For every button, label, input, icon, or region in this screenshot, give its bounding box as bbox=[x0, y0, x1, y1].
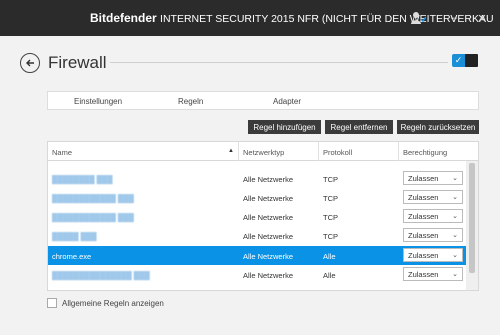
brand-name: Bitdefender bbox=[90, 11, 157, 25]
row-protocol: Alle bbox=[323, 271, 336, 280]
row-name: chrome.exe bbox=[52, 252, 92, 261]
row-network: Alle Netzwerke bbox=[243, 175, 294, 184]
permission-select[interactable]: Zulassen ⌄ bbox=[403, 248, 463, 262]
row-name-blurred: ███████████████ ███ bbox=[52, 271, 150, 280]
table-row[interactable]: ████████████ ███ Alle Netzwerke TCP Zula… bbox=[48, 188, 466, 207]
row-name-blurred: ████████████ ███ bbox=[52, 213, 134, 222]
permission-value: Zulassen bbox=[408, 212, 439, 221]
row-protocol: TCP bbox=[323, 175, 338, 184]
row-protocol: Alle bbox=[323, 252, 336, 261]
add-rule-button[interactable]: Regel hinzufügen bbox=[248, 120, 321, 134]
chevron-down-icon: ⌄ bbox=[452, 194, 458, 201]
permission-select[interactable]: Zulassen ⌄ bbox=[403, 190, 463, 204]
column-divider bbox=[238, 142, 239, 161]
table-header: Name ▲ Netzwerktyp Protokoll Berechtigun… bbox=[48, 142, 478, 161]
show-general-rules-label[interactable]: Allgemeine Regeln anzeigen bbox=[62, 299, 164, 308]
back-button[interactable] bbox=[20, 53, 40, 73]
chevron-down-icon: ⌄ bbox=[452, 252, 458, 259]
tab-regeln[interactable]: Regeln bbox=[178, 97, 203, 106]
column-divider bbox=[398, 142, 399, 161]
tab-einstellungen[interactable]: Einstellungen bbox=[74, 97, 122, 106]
tab-bar: Einstellungen Regeln Adapter bbox=[47, 91, 479, 110]
remove-rule-button[interactable]: Regel entfernen bbox=[325, 120, 393, 134]
sort-ascending-icon: ▲ bbox=[228, 148, 234, 154]
table-row[interactable]: ███████████████ ███ Alle Netzwerke Alle … bbox=[48, 265, 466, 284]
tab-adapter[interactable]: Adapter bbox=[273, 97, 301, 106]
chevron-down-icon: ⌄ bbox=[452, 232, 458, 239]
permission-select[interactable]: Zulassen ⌄ bbox=[403, 267, 463, 281]
page-title: Firewall bbox=[48, 53, 107, 72]
product-name: INTERNET SECURITY 2015 NFR (NICHT FÜR DE… bbox=[160, 13, 494, 25]
close-button[interactable]: ✕ bbox=[475, 12, 489, 25]
permission-value: Zulassen bbox=[408, 251, 439, 260]
show-general-rules-checkbox[interactable] bbox=[47, 298, 57, 308]
app-brand: Bitdefender INTERNET SECURITY 2015 NFR (… bbox=[90, 11, 494, 25]
arrow-left-icon bbox=[26, 59, 34, 67]
column-name[interactable]: Name bbox=[52, 148, 72, 157]
permission-value: Zulassen bbox=[408, 270, 439, 279]
row-network: Alle Netzwerke bbox=[243, 232, 294, 241]
title-divider bbox=[110, 62, 448, 63]
column-network-type[interactable]: Netzwerktyp bbox=[243, 148, 284, 157]
user-account-icon[interactable] bbox=[410, 11, 426, 25]
column-divider bbox=[318, 142, 319, 161]
rules-table: Name ▲ Netzwerktyp Protokoll Berechtigun… bbox=[47, 141, 479, 291]
permission-select[interactable]: Zulassen ⌄ bbox=[403, 171, 463, 185]
column-permission[interactable]: Berechtigung bbox=[403, 148, 447, 157]
table-row[interactable]: ████████ ███ Alle Netzwerke TCP Zulassen… bbox=[48, 169, 466, 188]
row-protocol: TCP bbox=[323, 194, 338, 203]
firewall-toggle[interactable]: ✓ bbox=[452, 54, 478, 67]
scrollbar-thumb[interactable] bbox=[469, 163, 475, 273]
table-row-selected[interactable]: chrome.exe Alle Netzwerke Alle Zulassen ⌄ bbox=[48, 246, 466, 265]
row-protocol: TCP bbox=[323, 232, 338, 241]
chevron-down-icon: ⌄ bbox=[452, 271, 458, 278]
row-name-blurred: ████████████ ███ bbox=[52, 194, 134, 203]
permission-value: Zulassen bbox=[408, 193, 439, 202]
reset-rules-button[interactable]: Regeln zurücksetzen bbox=[397, 120, 479, 134]
permission-select[interactable]: Zulassen ⌄ bbox=[403, 228, 463, 242]
permission-value: Zulassen bbox=[408, 231, 439, 240]
row-network: Alle Netzwerke bbox=[243, 271, 294, 280]
row-network: Alle Netzwerke bbox=[243, 194, 294, 203]
row-network: Alle Netzwerke bbox=[243, 213, 294, 222]
table-row[interactable]: █████ ███ Alle Netzwerke TCP Zulassen ⌄ bbox=[48, 226, 466, 245]
row-network: Alle Netzwerke bbox=[243, 252, 294, 261]
title-bar: Bitdefender INTERNET SECURITY 2015 NFR (… bbox=[0, 0, 500, 36]
row-name-blurred: ████████ ███ bbox=[52, 175, 113, 184]
table-scrollbar[interactable] bbox=[466, 161, 478, 290]
permission-value: Zulassen bbox=[408, 174, 439, 183]
permission-select[interactable]: Zulassen ⌄ bbox=[403, 209, 463, 223]
table-row[interactable]: ████████████ ███ Alle Netzwerke TCP Zula… bbox=[48, 207, 466, 226]
toggle-knob bbox=[465, 54, 478, 67]
column-protocol[interactable]: Protokoll bbox=[323, 148, 352, 157]
minimize-button[interactable]: – bbox=[447, 12, 461, 24]
chevron-down-icon: ⌄ bbox=[452, 175, 458, 182]
chevron-down-icon: ⌄ bbox=[452, 213, 458, 220]
row-name-blurred: █████ ███ bbox=[52, 232, 97, 241]
check-icon: ✓ bbox=[454, 55, 463, 65]
row-protocol: TCP bbox=[323, 213, 338, 222]
